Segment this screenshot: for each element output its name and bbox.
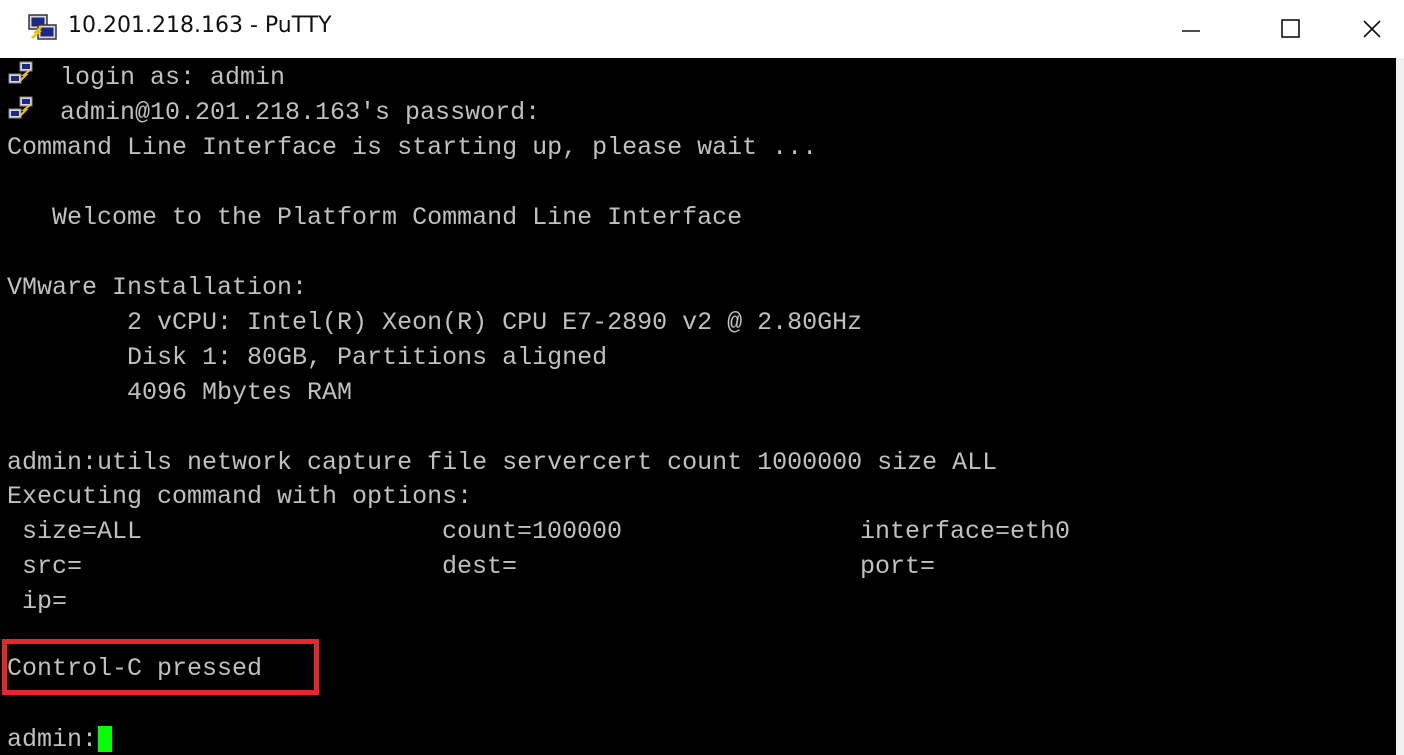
terminal-scrollbar[interactable]: [1396, 58, 1404, 755]
terminal-area[interactable]: login as: admin admin@10.201.218.163's p…: [0, 58, 1396, 755]
terminal-prompt: admin:: [7, 725, 98, 754]
option-size: size=ALL: [7, 517, 143, 546]
window-title: 10.201.218.163 - PuTTY: [68, 13, 332, 38]
terminal-cursor: [98, 726, 113, 753]
terminal-line-disk: Disk 1: 80GB, Partitions aligned: [7, 343, 608, 372]
maximize-button[interactable]: [1246, 0, 1336, 58]
title-bar[interactable]: 10.201.218.163 - PuTTY: [0, 0, 1404, 58]
terminal-line-login: login as: admin: [60, 63, 286, 92]
option-src: src=: [7, 552, 83, 581]
terminal-line-command: admin:utils network capture file serverc…: [7, 448, 998, 477]
terminal-line-executing: Executing command with options:: [7, 482, 473, 511]
terminal-prompt-line[interactable]: admin:: [7, 725, 113, 755]
network-password-icon: [8, 96, 33, 119]
option-ip: ip=: [7, 587, 68, 616]
putty-icon[interactable]: [26, 12, 58, 44]
option-interface: interface=eth0: [860, 517, 1071, 546]
minimize-button[interactable]: [1146, 0, 1236, 58]
minimize-icon: [1182, 30, 1200, 32]
option-count: count=100000: [442, 517, 623, 546]
terminal-line-vmware: VMware Installation:: [7, 273, 308, 302]
terminal-line-cpu: 2 vCPU: Intel(R) Xeon(R) CPU E7-2890 v2 …: [7, 308, 863, 337]
putty-window: 10.201.218.163 - PuTTY login as: admin a…: [0, 0, 1404, 755]
close-button[interactable]: [1340, 0, 1404, 58]
terminal-line-ram: 4096 Mbytes RAM: [7, 378, 353, 407]
maximize-icon: [1281, 19, 1300, 38]
highlight-box: [2, 639, 319, 695]
network-login-icon: [8, 61, 33, 84]
close-icon: [1363, 20, 1381, 38]
option-port: port=: [860, 552, 936, 581]
terminal-line-welcome: Welcome to the Platform Command Line Int…: [7, 203, 743, 232]
terminal-line-starting: Command Line Interface is starting up, p…: [7, 133, 818, 162]
terminal-line-password: admin@10.201.218.163's password:: [60, 98, 541, 127]
option-dest: dest=: [442, 552, 518, 581]
